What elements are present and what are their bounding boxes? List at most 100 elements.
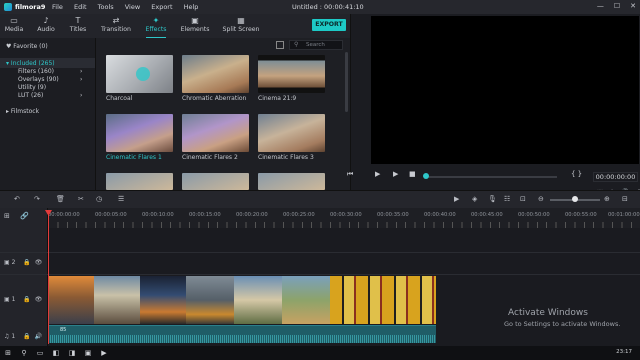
sidebar-item-included[interactable]: ▾ Included (265) xyxy=(6,60,96,67)
video-clip[interactable] xyxy=(234,276,282,324)
add-icon[interactable] xyxy=(136,67,150,81)
search-taskbar-icon[interactable]: ⚲ xyxy=(16,349,32,357)
audio-clip[interactable]: 85 xyxy=(48,325,436,343)
video-clip[interactable] xyxy=(282,276,330,324)
redo-icon[interactable]: ↷ xyxy=(34,195,40,203)
effect-thumbnail[interactable] xyxy=(106,55,173,93)
effect-thumbnail[interactable] xyxy=(258,55,325,93)
filmora-logo-icon xyxy=(4,3,12,11)
minimize-icon[interactable]: — xyxy=(597,2,604,10)
premiere-icon[interactable]: ◧ xyxy=(48,349,64,357)
menu-file[interactable]: File xyxy=(52,3,63,11)
undo-icon[interactable]: ↶ xyxy=(14,195,20,203)
tab-effects-label: Effects xyxy=(145,26,167,33)
mixer-icon[interactable]: ☷ xyxy=(504,195,510,203)
effect-thumbnail[interactable] xyxy=(182,173,249,190)
sidebar-item-filmstock[interactable]: ▸ Filmstock xyxy=(6,108,39,115)
effect-label: Cinematic Flares 2 xyxy=(182,154,238,161)
sidebar-item-lut[interactable]: LUT (26) › xyxy=(18,92,96,99)
voiceover-icon[interactable]: 🎙 xyxy=(488,195,497,203)
ruler-label: 00:01:00:00 xyxy=(608,212,640,218)
delete-icon[interactable]: 🗑 xyxy=(56,195,65,203)
effect-thumbnail[interactable] xyxy=(258,114,325,152)
windows-taskbar: ⊞ ⚲ ▭ ◧ ◨ ▣ ▶ 23:17 xyxy=(0,346,640,360)
tab-effects[interactable]: ✦ Effects xyxy=(136,16,176,39)
prev-frame-icon[interactable]: ⏮ xyxy=(347,170,353,179)
effect-thumbnail[interactable] xyxy=(182,114,249,152)
tab-transition[interactable]: ⇄ Transition xyxy=(96,16,136,33)
close-icon[interactable]: ✕ xyxy=(630,2,636,10)
menu-view[interactable]: View xyxy=(125,3,140,11)
zoom-knob[interactable] xyxy=(572,196,578,202)
effect-thumbnail[interactable] xyxy=(258,173,325,190)
add-track-icon[interactable]: ⊞ xyxy=(4,212,10,220)
app-icon[interactable]: ◨ xyxy=(64,349,80,357)
menu-edit[interactable]: Edit xyxy=(74,3,87,11)
menu-help[interactable]: Help xyxy=(184,3,199,11)
video-clip[interactable] xyxy=(330,276,436,324)
grid-view-icon[interactable] xyxy=(276,41,284,49)
ruler-label: 00:00:00:00 xyxy=(48,212,80,218)
video-clip[interactable] xyxy=(94,276,140,324)
browser-scrollbar[interactable] xyxy=(345,52,348,112)
play-back-icon[interactable]: ▶ xyxy=(375,170,380,178)
lock-icon[interactable]: 🔒 xyxy=(23,259,30,266)
eye-icon[interactable]: 👁 xyxy=(35,259,43,266)
effect-label: Cinematic Flares 3 xyxy=(258,154,314,161)
playhead[interactable] xyxy=(48,214,49,344)
sidebar-item-favorite[interactable]: ♥ Favorite (0) xyxy=(6,43,48,50)
speed-icon[interactable]: ◷ xyxy=(96,195,102,203)
tab-titles[interactable]: T Titles xyxy=(58,16,98,33)
ruler-label: 00:00:35:00 xyxy=(377,212,409,218)
eye-icon[interactable]: 👁 xyxy=(35,296,43,303)
effect-thumbnail[interactable] xyxy=(106,173,173,190)
tab-split-screen[interactable]: ▦ Split Screen xyxy=(220,16,262,33)
link-icon[interactable]: 🔗 xyxy=(20,212,29,220)
maximize-icon[interactable]: ☐ xyxy=(614,2,620,10)
video-track-icon: ▣ xyxy=(4,259,10,266)
mark-in-out-icon[interactable]: { } xyxy=(571,170,582,178)
play-icon[interactable]: ▶ xyxy=(393,170,398,178)
render-icon[interactable]: ▶ xyxy=(454,195,459,203)
snap-icon[interactable]: ⊡ xyxy=(520,195,526,203)
timeline-ruler[interactable]: 00:00:00:00 00:00:05:00 00:00:10:00 00:0… xyxy=(48,208,640,228)
menu-tools[interactable]: Tools xyxy=(98,3,114,11)
fit-icon[interactable]: ⊟ xyxy=(622,195,628,203)
adjust-icon[interactable]: ☰ xyxy=(118,195,124,203)
zoom-in-icon[interactable]: ⊕ xyxy=(604,195,610,203)
stop-icon[interactable]: ■ xyxy=(409,170,416,178)
sidebar-overlays-label: Overlays (90) xyxy=(18,76,59,83)
video-clip[interactable] xyxy=(186,276,234,324)
start-icon[interactable]: ⊞ xyxy=(0,349,16,357)
ruler-label: 00:00:55:00 xyxy=(565,212,597,218)
sidebar-item-utility[interactable]: Utility (9) xyxy=(18,84,96,91)
task-view-icon[interactable]: ▭ xyxy=(32,349,48,357)
zoom-out-icon[interactable]: ⊖ xyxy=(538,195,544,203)
effect-label: Chromatic Aberration xyxy=(182,95,247,102)
effect-label: Charcoal xyxy=(106,95,133,102)
effect-thumbnail[interactable] xyxy=(106,114,173,152)
lock-icon[interactable]: 🔒 xyxy=(23,333,30,340)
preview-progress-knob[interactable] xyxy=(423,173,429,179)
track-header-audio-1: ♫ 1 🔒 🔊 xyxy=(4,333,42,340)
explorer-icon[interactable]: ▣ xyxy=(80,349,96,357)
track-header-video-2: ▣ 2 🔒 👁 xyxy=(4,259,42,266)
sidebar-item-filters[interactable]: Filters (160) › xyxy=(18,68,96,75)
sidebar-utility-label: Utility (9) xyxy=(18,84,47,91)
export-button[interactable]: EXPORT xyxy=(312,19,346,31)
search-input[interactable]: ⚲ Search xyxy=(289,40,343,50)
video-clip[interactable] xyxy=(140,276,186,324)
marker-icon[interactable]: ◈ xyxy=(472,195,477,203)
mute-icon[interactable]: 🔊 xyxy=(34,333,41,340)
track-headers: ⊞ 🔗 ▣ 2 🔒 👁 ▣ 1 🔒 👁 ♫ 1 🔒 🔊 xyxy=(0,208,48,346)
tab-elements[interactable]: ▣ Elements xyxy=(175,16,215,33)
elements-icon: ▣ xyxy=(191,16,199,25)
cut-icon[interactable]: ✂ xyxy=(78,195,84,203)
filmora-taskbar-icon[interactable]: ▶ xyxy=(96,349,112,357)
video-clip[interactable] xyxy=(48,276,94,324)
preview-progress-bar[interactable] xyxy=(427,176,557,178)
menu-export[interactable]: Export xyxy=(151,3,172,11)
lock-icon[interactable]: 🔒 xyxy=(23,296,30,303)
sidebar-item-overlays[interactable]: Overlays (90) › xyxy=(18,76,96,83)
effect-thumbnail[interactable] xyxy=(182,55,249,93)
